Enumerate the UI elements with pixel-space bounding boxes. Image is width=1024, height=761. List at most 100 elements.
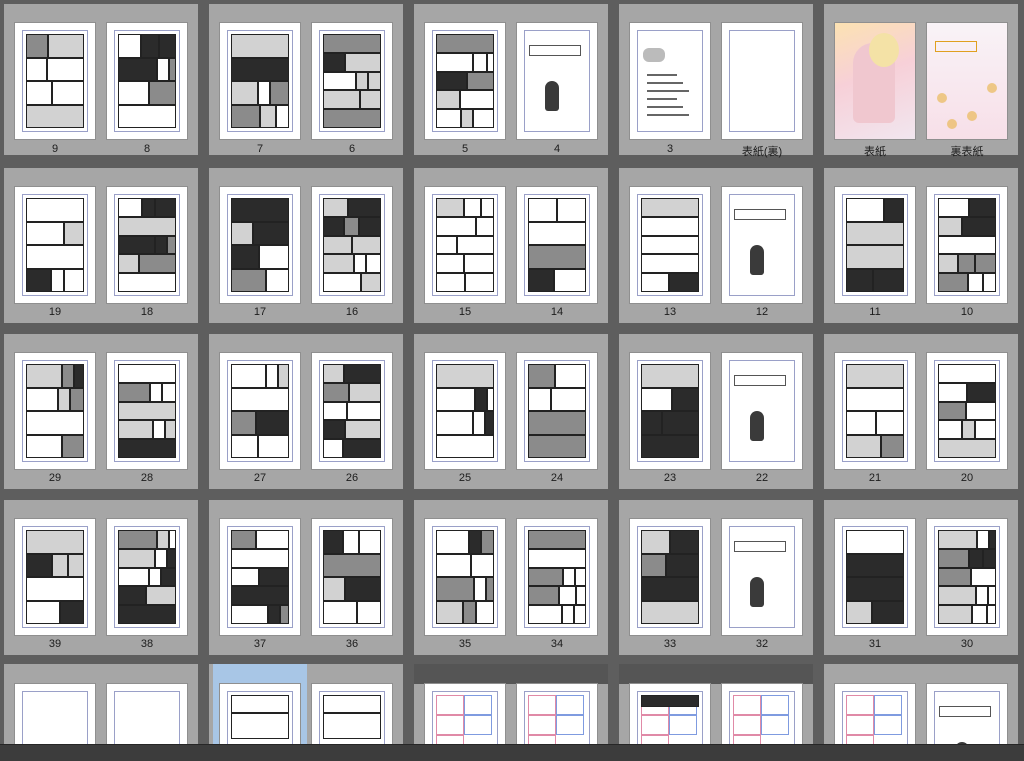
page-spread[interactable]: 29 28 [4, 334, 198, 489]
page-thumbnail[interactable] [425, 684, 505, 744]
page-number-label: 20 [960, 472, 974, 484]
page-spread[interactable]: 76 [209, 4, 403, 155]
page-thumbnail[interactable] [517, 187, 597, 303]
page-spread[interactable] [414, 664, 608, 744]
page-spread[interactable] [209, 664, 403, 744]
page-thumbnail[interactable] [220, 23, 300, 139]
page-spread[interactable]: 31 30 [824, 500, 1018, 655]
page-spread[interactable] [4, 664, 198, 744]
page-thumbnail[interactable] [927, 684, 1007, 744]
page-thumbnail[interactable] [722, 519, 802, 635]
comic-panel [846, 221, 904, 245]
page-number-label: 38 [140, 638, 154, 650]
page-spread[interactable]: 33 32 [619, 500, 813, 655]
page-number-label: 12 [755, 306, 769, 318]
page-thumbnail[interactable] [425, 519, 505, 635]
sketch-panel [556, 715, 584, 735]
page-spread[interactable]: 13 12 [619, 168, 813, 323]
page-thumbnail[interactable] [835, 353, 915, 469]
page-thumbnail[interactable] [630, 684, 710, 744]
page-thumbnail[interactable] [107, 519, 187, 635]
page-thumbnail[interactable] [630, 353, 710, 469]
comic-panel [485, 411, 494, 435]
page-thumbnail[interactable] [107, 353, 187, 469]
page-thumbnail[interactable] [312, 187, 392, 303]
page-thumbnail[interactable] [722, 684, 802, 744]
page-spread[interactable]: 表紙 裏表紙 [824, 4, 1018, 158]
page-spread[interactable]: 21 20 [824, 334, 1018, 489]
page-thumbnail[interactable] [15, 684, 95, 744]
page-thumbnail[interactable] [220, 684, 300, 744]
page-thumbnail[interactable] [425, 23, 505, 139]
page-thumbnail[interactable] [835, 684, 915, 744]
sketch-panel [528, 735, 556, 744]
page-thumbnail[interactable] [15, 187, 95, 303]
page-number-label: 3 [666, 143, 674, 155]
page-thumbnail[interactable] [220, 519, 300, 635]
page-thumbnail[interactable] [517, 519, 597, 635]
page-spread[interactable]: 54 [414, 4, 608, 155]
page-thumbnail[interactable] [15, 353, 95, 469]
page-spread[interactable]: 98 [4, 4, 198, 155]
page-spread[interactable]: 23 22 [619, 334, 813, 489]
comic-panel [876, 411, 904, 435]
page-thumbnail[interactable] [220, 187, 300, 303]
page-thumbnail[interactable] [220, 353, 300, 469]
page-thumbnail[interactable] [630, 519, 710, 635]
page-thumbnail[interactable] [927, 187, 1007, 303]
page-content [26, 34, 84, 128]
page-spread[interactable]: 37 36 [209, 500, 403, 655]
page-content [528, 198, 586, 292]
page-spread[interactable] [824, 664, 1018, 744]
sketch-panel [556, 695, 584, 715]
page-thumbnail[interactable] [722, 187, 802, 303]
comic-panel [436, 52, 473, 72]
page-spread[interactable]: 25 24 [414, 334, 608, 489]
page-thumbnail[interactable] [927, 23, 1007, 139]
comic-panel [323, 254, 354, 274]
page-spread[interactable]: 35 34 [414, 500, 608, 655]
page-spread[interactable] [619, 664, 813, 744]
page-spread[interactable]: 17 16 [209, 168, 403, 323]
comic-panel [323, 273, 361, 292]
page-content [641, 198, 699, 292]
page-thumbnail[interactable] [425, 353, 505, 469]
page-thumbnail[interactable] [722, 353, 802, 469]
page-thumbnail[interactable] [517, 353, 597, 469]
page-thumbnail[interactable] [15, 23, 95, 139]
comic-panel [323, 439, 343, 458]
page-thumbnail[interactable] [15, 519, 95, 635]
page-thumbnail[interactable] [835, 23, 915, 139]
comic-panel [356, 71, 368, 91]
page-thumbnail[interactable] [312, 353, 392, 469]
page-thumbnail[interactable] [517, 684, 597, 744]
page-thumbnail[interactable] [630, 187, 710, 303]
page-spread[interactable]: 27 26 [209, 334, 403, 489]
page-thumbnail[interactable] [107, 23, 187, 139]
page-spread[interactable]: 15 14 [414, 168, 608, 323]
page-thumbnail[interactable] [927, 353, 1007, 469]
page-content [733, 34, 791, 128]
page-thumbnail[interactable] [517, 23, 597, 139]
page-spread[interactable]: 11 10 [824, 168, 1018, 323]
page-thumbnail[interactable] [835, 519, 915, 635]
sketch-panel [436, 695, 464, 715]
page-thumbnail[interactable] [835, 187, 915, 303]
page-thumbnail[interactable] [312, 519, 392, 635]
page-number-label: 30 [960, 638, 974, 650]
page-thumbnail[interactable] [312, 684, 392, 744]
page-content [846, 530, 904, 624]
page-spread[interactable]: 19 18 [4, 168, 198, 323]
page-spread[interactable]: 3 表紙(裏) [619, 4, 813, 158]
page-number-label: 13 [663, 306, 677, 318]
page-spread[interactable]: 39 38 [4, 500, 198, 655]
page-thumbnail[interactable] [927, 519, 1007, 635]
page-thumbnail[interactable] [722, 23, 802, 139]
page-number-label: 18 [140, 306, 154, 318]
page-thumbnail[interactable] [312, 23, 392, 139]
decor-dot [947, 119, 957, 129]
page-thumbnail[interactable] [107, 187, 187, 303]
page-thumbnail[interactable] [107, 684, 187, 744]
page-thumbnail[interactable] [425, 187, 505, 303]
page-thumbnail[interactable] [630, 23, 710, 139]
